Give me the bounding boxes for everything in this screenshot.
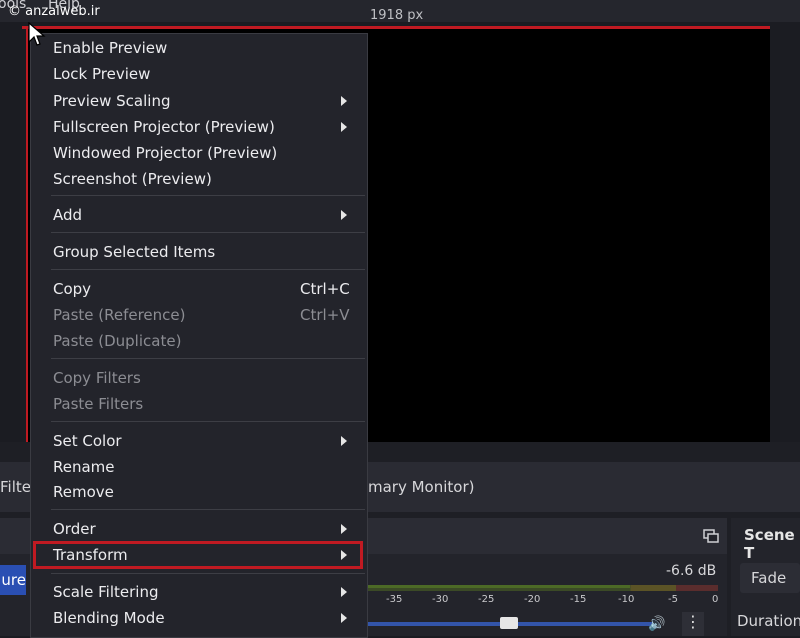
- menu-item-paste-filters: Paste Filters: [53, 395, 144, 413]
- menu-separator: [51, 232, 365, 233]
- context-menu: Enable Preview Lock Preview Preview Scal…: [30, 33, 368, 638]
- duration-label: Duration: [737, 612, 800, 630]
- tick-label: -5: [668, 594, 678, 605]
- menu-item-copy[interactable]: Copy: [53, 280, 91, 298]
- submenu-arrow-icon: [341, 587, 347, 597]
- preview-size-label: 1918 px: [370, 8, 424, 23]
- menu-separator: [51, 195, 365, 196]
- selection-outline: [22, 26, 770, 29]
- filters-label[interactable]: Filte: [0, 478, 31, 496]
- menu-item-blending-mode[interactable]: Blending Mode: [53, 609, 165, 627]
- scene-transitions-title: Scene T: [744, 526, 795, 562]
- menu-item-fullscreen-projector[interactable]: Fullscreen Projector (Preview): [53, 118, 275, 136]
- submenu-arrow-icon: [341, 613, 347, 623]
- more-options-icon[interactable]: ⋮: [682, 612, 704, 636]
- menu-item-paste-reference: Paste (Reference): [53, 306, 186, 324]
- menu-item-order[interactable]: Order: [53, 520, 96, 538]
- menu-item-transform[interactable]: Transform: [53, 546, 128, 564]
- undock-icon[interactable]: [703, 527, 719, 543]
- transition-select-value: Fade: [751, 569, 787, 587]
- menu-item-copy-filters: Copy Filters: [53, 369, 141, 387]
- menu-item-set-color[interactable]: Set Color: [53, 432, 122, 450]
- shortcut-copy: Ctrl+C: [300, 280, 350, 298]
- menu-item-lock-preview[interactable]: Lock Preview: [53, 65, 150, 83]
- submenu-arrow-icon: [341, 550, 347, 560]
- menu-item-enable-preview[interactable]: Enable Preview: [53, 39, 167, 57]
- submenu-arrow-icon: [341, 210, 347, 220]
- tick-label: -10: [618, 594, 635, 605]
- tick-label: -15: [570, 594, 587, 605]
- menu-separator: [51, 509, 365, 510]
- tick-label: -25: [478, 594, 495, 605]
- menu-item-scale-filtering[interactable]: Scale Filtering: [53, 583, 158, 601]
- menu-separator: [51, 573, 365, 574]
- menu-separator: [51, 269, 365, 270]
- tick-label: -20: [524, 594, 541, 605]
- menu-separator: [51, 358, 365, 359]
- tick-label: 0: [712, 594, 719, 605]
- menu-item-group-selected[interactable]: Group Selected Items: [53, 243, 215, 261]
- menu-separator: [51, 421, 365, 422]
- mouse-cursor-icon: [28, 22, 46, 46]
- menu-item-screenshot[interactable]: Screenshot (Preview): [53, 170, 212, 188]
- volume-db-readout: -6.6 dB: [666, 563, 717, 579]
- tick-label: -30: [432, 594, 449, 605]
- menu-item-paste-duplicate: Paste (Duplicate): [53, 332, 182, 350]
- menu-item-rename[interactable]: Rename: [53, 458, 115, 476]
- tick-label: -35: [386, 594, 403, 605]
- menu-item-windowed-projector[interactable]: Windowed Projector (Preview): [53, 144, 277, 162]
- submenu-arrow-icon: [341, 122, 347, 132]
- submenu-arrow-icon: [341, 96, 347, 106]
- menu-item-add[interactable]: Add: [53, 206, 82, 224]
- submenu-arrow-icon: [341, 524, 347, 534]
- submenu-arrow-icon: [341, 436, 347, 446]
- speaker-icon[interactable]: 🔊: [648, 616, 665, 632]
- volume-meter-level: [368, 585, 630, 588]
- meter-ticks: -35 -30 -25 -20 -15 -10 -5 0: [370, 594, 720, 608]
- watermark: © anzalweb.ir: [8, 4, 100, 19]
- menu-item-preview-scaling[interactable]: Preview Scaling: [53, 92, 170, 110]
- selected-source-item[interactable]: ure: [0, 565, 26, 595]
- shortcut-paste: Ctrl+V: [300, 306, 350, 324]
- volume-slider-handle[interactable]: [500, 617, 518, 629]
- menu-item-remove[interactable]: Remove: [53, 483, 114, 501]
- monitor-label[interactable]: mary Monitor): [368, 478, 475, 496]
